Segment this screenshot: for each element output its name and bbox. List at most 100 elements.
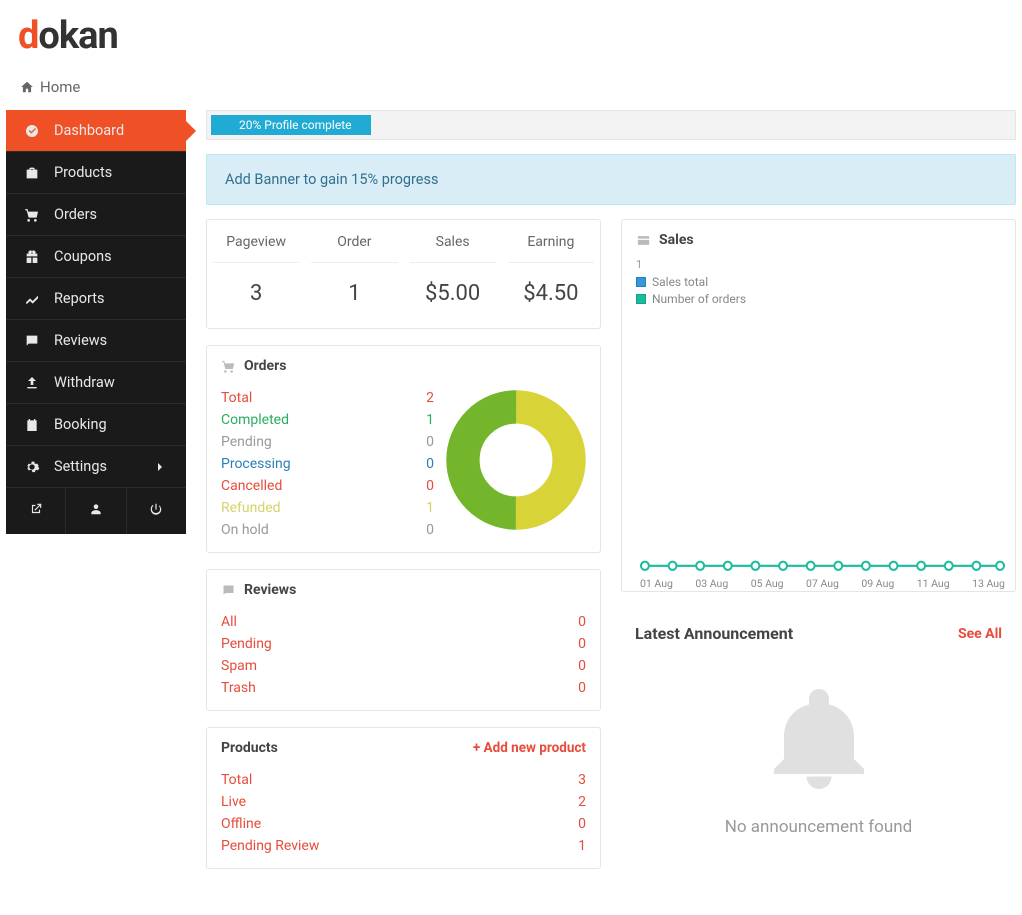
logo[interactable]: dokan [18, 14, 118, 58]
review-val[interactable]: 0 [578, 614, 586, 630]
review-row-spam[interactable]: Spam [221, 658, 257, 674]
x-tick: 09 Aug [861, 577, 894, 590]
x-tick: 03 Aug [695, 577, 728, 590]
logo-bar: dokan [0, 0, 1022, 68]
cart-icon [221, 359, 236, 374]
chart-legend: 1 Sales total Number of orders [622, 254, 1015, 311]
sales-chart: 01 Aug 03 Aug 05 Aug 07 Aug 09 Aug 11 Au… [622, 311, 1015, 591]
order-row-cancelled[interactable]: Cancelled [221, 478, 282, 494]
sidebar-item-dashboard[interactable]: Dashboard [6, 110, 186, 152]
order-val[interactable]: 0 [426, 456, 434, 472]
product-val[interactable]: 3 [578, 772, 586, 788]
product-val[interactable]: 2 [578, 794, 586, 810]
order-row-total[interactable]: Total [221, 390, 252, 406]
stat-value: 3 [213, 281, 299, 306]
review-row-all[interactable]: All [221, 614, 237, 630]
stat-label: Pageview [213, 234, 299, 263]
x-tick: 11 Aug [917, 577, 950, 590]
dashboard-icon [24, 123, 40, 139]
product-row-live[interactable]: Live [221, 794, 246, 810]
x-tick: 01 Aug [640, 577, 673, 590]
announcement-panel: Latest Announcement See All No announcem… [621, 608, 1016, 861]
panel-title: Sales [659, 232, 694, 248]
panel-title: Reviews [244, 582, 296, 598]
stat-value: 1 [311, 281, 397, 306]
profile-progress: 20% Profile complete [206, 110, 1016, 140]
sidebar-label: Coupons [54, 248, 112, 265]
sidebar-item-orders[interactable]: Orders [6, 194, 186, 236]
sidebar-item-coupons[interactable]: Coupons [6, 236, 186, 278]
sidebar-label: Settings [54, 458, 107, 475]
user-icon [89, 502, 103, 516]
sidebar-action-user[interactable] [66, 488, 126, 534]
sidebar-item-withdraw[interactable]: Withdraw [6, 362, 186, 404]
external-icon [29, 502, 43, 516]
order-val[interactable]: 0 [426, 478, 434, 494]
stat-earning: Earning $4.50 [502, 220, 600, 328]
order-val[interactable]: 0 [426, 434, 434, 450]
order-val[interactable]: 1 [426, 412, 434, 428]
stat-value: $4.50 [508, 281, 594, 306]
panel-title: Products [221, 740, 278, 756]
sidebar-action-row [6, 488, 186, 534]
stat-order: Order 1 [305, 220, 403, 328]
x-tick: 13 Aug [972, 577, 1005, 590]
order-val[interactable]: 0 [426, 522, 434, 538]
product-val[interactable]: 0 [578, 816, 586, 832]
stat-pageview: Pageview 3 [207, 220, 305, 328]
power-icon [149, 502, 163, 516]
order-val[interactable]: 1 [426, 500, 434, 516]
sidebar-label: Booking [54, 416, 107, 433]
sidebar-action-external[interactable] [6, 488, 66, 534]
briefcase-icon [24, 165, 40, 181]
order-row-processing[interactable]: Processing [221, 456, 291, 472]
product-val[interactable]: 1 [578, 838, 586, 854]
sidebar-label: Reviews [54, 332, 107, 349]
calendar-icon [24, 417, 40, 433]
gear-icon [24, 459, 40, 475]
sidebar-label: Reports [54, 290, 105, 307]
chart-icon [24, 291, 40, 307]
card-icon [636, 233, 651, 248]
review-row-pending[interactable]: Pending [221, 636, 272, 652]
review-row-trash[interactable]: Trash [221, 680, 256, 696]
product-row-total[interactable]: Total [221, 772, 252, 788]
sidebar-item-reports[interactable]: Reports [6, 278, 186, 320]
comment-icon [221, 583, 236, 598]
add-new-product-link[interactable]: + Add new product [473, 740, 586, 756]
product-row-pending[interactable]: Pending Review [221, 838, 319, 854]
upload-icon [24, 375, 40, 391]
order-row-completed[interactable]: Completed [221, 412, 289, 428]
order-row-onhold[interactable]: On hold [221, 522, 269, 538]
products-panel: Products + Add new product Total3 Live2 … [206, 727, 601, 869]
orders-donut-chart [446, 390, 586, 530]
panel-title: Orders [244, 358, 286, 374]
gift-icon [24, 249, 40, 265]
sidebar-label: Dashboard [54, 122, 124, 139]
x-axis-ticks: 01 Aug 03 Aug 05 Aug 07 Aug 09 Aug 11 Au… [640, 575, 1005, 590]
content-area: 20% Profile complete Add Banner to gain … [206, 110, 1016, 869]
order-row-refunded[interactable]: Refunded [221, 500, 281, 516]
review-val[interactable]: 0 [578, 636, 586, 652]
sidebar-item-products[interactable]: Products [6, 152, 186, 194]
order-row-pending[interactable]: Pending [221, 434, 272, 450]
legend-swatch-teal [636, 294, 646, 304]
x-tick: 07 Aug [806, 577, 839, 590]
stat-label: Order [311, 234, 397, 263]
review-val[interactable]: 0 [578, 680, 586, 696]
orders-panel: Orders Total 2 Completed 1 Pending 0 Proces… [206, 345, 601, 553]
sidebar-item-booking[interactable]: Booking [6, 404, 186, 446]
order-val[interactable]: 2 [426, 390, 434, 406]
see-all-link[interactable]: See All [958, 626, 1002, 642]
breadcrumb[interactable]: Home [0, 68, 1022, 110]
empty-announcement-text: No announcement found [631, 817, 1006, 837]
sidebar-item-settings[interactable]: Settings [6, 446, 186, 488]
bell-icon [759, 679, 879, 799]
sidebar-item-reviews[interactable]: Reviews [6, 320, 186, 362]
sidebar-action-power[interactable] [127, 488, 186, 534]
legend-swatch-blue [636, 277, 646, 287]
sidebar-label: Orders [54, 206, 97, 223]
review-val[interactable]: 0 [578, 658, 586, 674]
comment-icon [24, 333, 40, 349]
product-row-offline[interactable]: Offline [221, 816, 261, 832]
